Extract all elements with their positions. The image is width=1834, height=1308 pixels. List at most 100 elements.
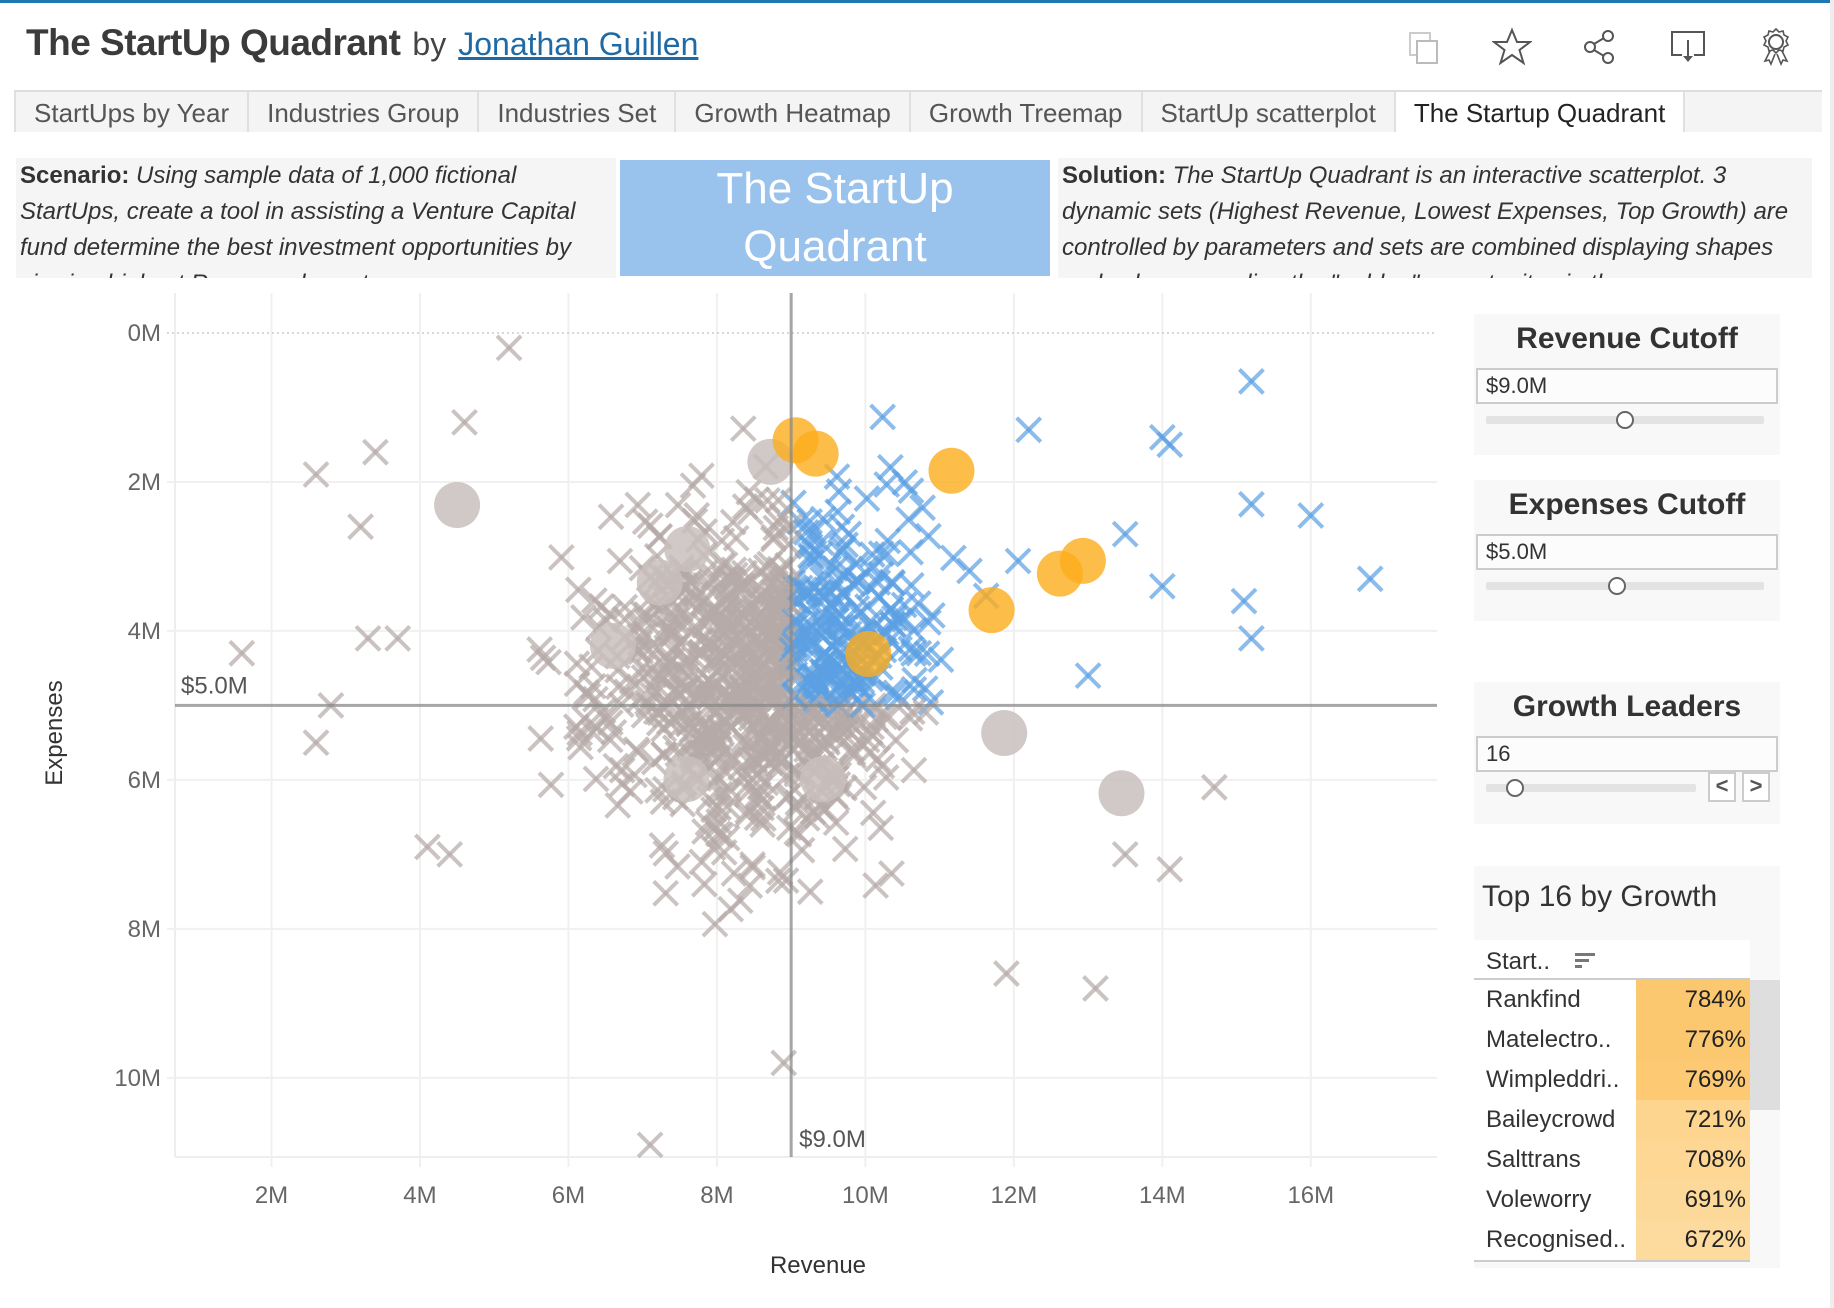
growth-leader-circle-grey[interactable] [663,756,710,803]
scatter-point-blue[interactable] [877,453,904,481]
share-button[interactable] [1556,24,1644,70]
scatter-point-blue[interactable] [1004,547,1032,575]
download-button[interactable] [1644,24,1732,70]
tab-the-startup-quadrant[interactable]: The Startup Quadrant [1393,92,1686,132]
scatter-point-blue[interactable] [1074,662,1102,690]
tab-startups-by-year[interactable]: StartUps by Year [14,92,247,132]
scatter-point-grey[interactable] [616,778,644,805]
growth-leader-circle-grey[interactable] [434,482,481,529]
scatter-point-grey[interactable] [228,639,256,667]
table-row[interactable]: Voleworry 691% [1474,1180,1750,1220]
growth-leader-circle-grey[interactable] [664,526,711,572]
scatter-point-blue[interactable] [873,471,901,498]
scatter-point-grey[interactable] [347,513,375,541]
growth-leader-circle-grey[interactable] [589,622,636,669]
scatter-point-grey[interactable] [606,547,634,575]
scatter-point-grey[interactable] [597,503,625,531]
tab-growth-treemap[interactable]: Growth Treemap [908,92,1141,132]
scatter-point-blue[interactable] [1237,490,1265,518]
growth-leader-circle-grey[interactable] [1098,770,1145,817]
favorite-button[interactable] [1468,24,1556,70]
scatter-point-grey[interactable] [648,832,676,859]
scatter-point-grey[interactable] [729,415,757,443]
award-button[interactable] [1732,24,1820,70]
scatter-point-grey[interactable] [1082,975,1109,1002]
scatter-point-blue[interactable] [853,485,881,512]
sort-descending-icon[interactable] [1574,952,1597,970]
expenses-cutoff-slider[interactable] [1486,577,1764,595]
scatter-point-blue[interactable] [1015,416,1043,444]
scatter-point-grey[interactable] [831,835,859,863]
table-row[interactable]: Wimpleddri.. 769% [1474,1060,1750,1100]
step-back-button[interactable]: < [1708,772,1736,802]
table-scrollbar[interactable] [1750,980,1780,1110]
scatter-point-grey[interactable] [526,636,554,664]
scatter-point-blue[interactable] [869,403,897,431]
scatter-point-grey[interactable] [548,543,575,571]
scatter-point-grey[interactable] [796,878,824,906]
growth-leaders-slider[interactable]: < > [1486,772,1780,802]
scatter-point-grey[interactable] [622,736,650,764]
duplicate-button[interactable] [1380,24,1468,70]
scatter-point-blue[interactable] [1237,367,1265,395]
table-row[interactable]: Rankfind 784% [1474,980,1750,1020]
slider-thumb[interactable] [1505,779,1524,797]
quadrant-scatterplot[interactable]: $9.0M $5.0M 2M 4M 6M 8M 10M 12M 14M 16M 0M 2M 4M 6M 8… [0,285,1460,1308]
scatter-point-blue[interactable] [956,557,983,585]
tab-industries-group[interactable]: Industries Group [247,92,477,132]
table-row[interactable]: Salttrans 708% [1474,1140,1750,1180]
scatter-point-grey[interactable] [783,819,811,846]
growth-leaders-input[interactable]: 16 [1476,736,1778,772]
scatter-point-grey[interactable] [636,1131,664,1159]
expenses-cutoff-input[interactable]: $5.0M [1476,534,1778,570]
scatter-point-grey[interactable] [882,726,910,754]
table-row[interactable]: Baileycrowd 721% [1474,1100,1750,1140]
scatter-point-grey[interactable] [564,576,592,604]
scatter-point-grey[interactable] [701,910,729,938]
scatterplot-svg[interactable]: $9.0M $5.0M 2M 4M 6M 8M 10M 12M 14M 16M 0M 2M 4M 6M 8… [0,285,1460,1308]
scatter-point-grey[interactable] [679,472,707,500]
growth-leader-circle-grey[interactable] [981,709,1028,756]
golden-opportunity-circle[interactable] [1059,537,1106,584]
author-link[interactable]: Jonathan Guillen [458,26,698,63]
scatter-point-blue[interactable] [1356,565,1384,593]
scatter-point-grey[interactable] [878,860,905,887]
golden-opportunity-circle[interactable] [928,447,975,494]
slider-thumb[interactable] [1607,577,1626,595]
scatter-point-blue[interactable] [1111,520,1139,548]
tab-startup-scatterplot[interactable]: StartUp scatterplot [1140,92,1394,132]
scatter-point-grey[interactable] [495,334,523,362]
scatter-point-grey[interactable] [436,840,464,868]
scatter-point-grey[interactable] [739,853,767,881]
scatter-point-grey[interactable] [362,438,389,466]
golden-opportunity-circle[interactable] [968,587,1015,634]
revenue-cutoff-input[interactable]: $9.0M [1476,368,1778,404]
revenue-cutoff-slider[interactable] [1486,411,1764,429]
scatter-point-blue[interactable] [939,544,967,572]
golden-opportunity-circle[interactable] [792,430,839,477]
scatter-point-blue[interactable] [895,506,923,533]
scatter-point-grey[interactable] [1111,840,1139,868]
tab-industries-set[interactable]: Industries Set [477,92,674,132]
scatter-point-grey[interactable] [537,771,565,799]
tab-growth-heatmap[interactable]: Growth Heatmap [674,92,909,132]
scatter-point-blue[interactable] [1230,587,1258,615]
scatter-point-grey[interactable] [527,725,555,752]
table-row[interactable]: Matelectro.. 776% [1474,1020,1750,1060]
scatter-point-grey[interactable] [850,773,878,801]
scatter-point-grey[interactable] [690,870,718,898]
step-forward-button[interactable]: > [1742,772,1770,802]
scatter-point-grey[interactable] [451,408,478,436]
scatter-point-grey[interactable] [688,848,716,876]
scatter-point-grey[interactable] [862,872,890,899]
column-header-startup[interactable]: Start.. [1486,948,1550,975]
slider-thumb[interactable] [1616,411,1634,429]
scatter-point-blue[interactable] [897,538,924,566]
scatter-point-grey[interactable] [788,836,816,864]
scatter-point-grey[interactable] [302,729,330,757]
scatter-point-grey[interactable] [652,879,680,907]
scatter-point-grey[interactable] [664,853,691,880]
scatter-point-grey[interactable] [900,756,928,784]
growth-leader-circle-grey[interactable] [800,756,847,803]
table-row[interactable]: Recognised.. 672% [1474,1220,1750,1260]
